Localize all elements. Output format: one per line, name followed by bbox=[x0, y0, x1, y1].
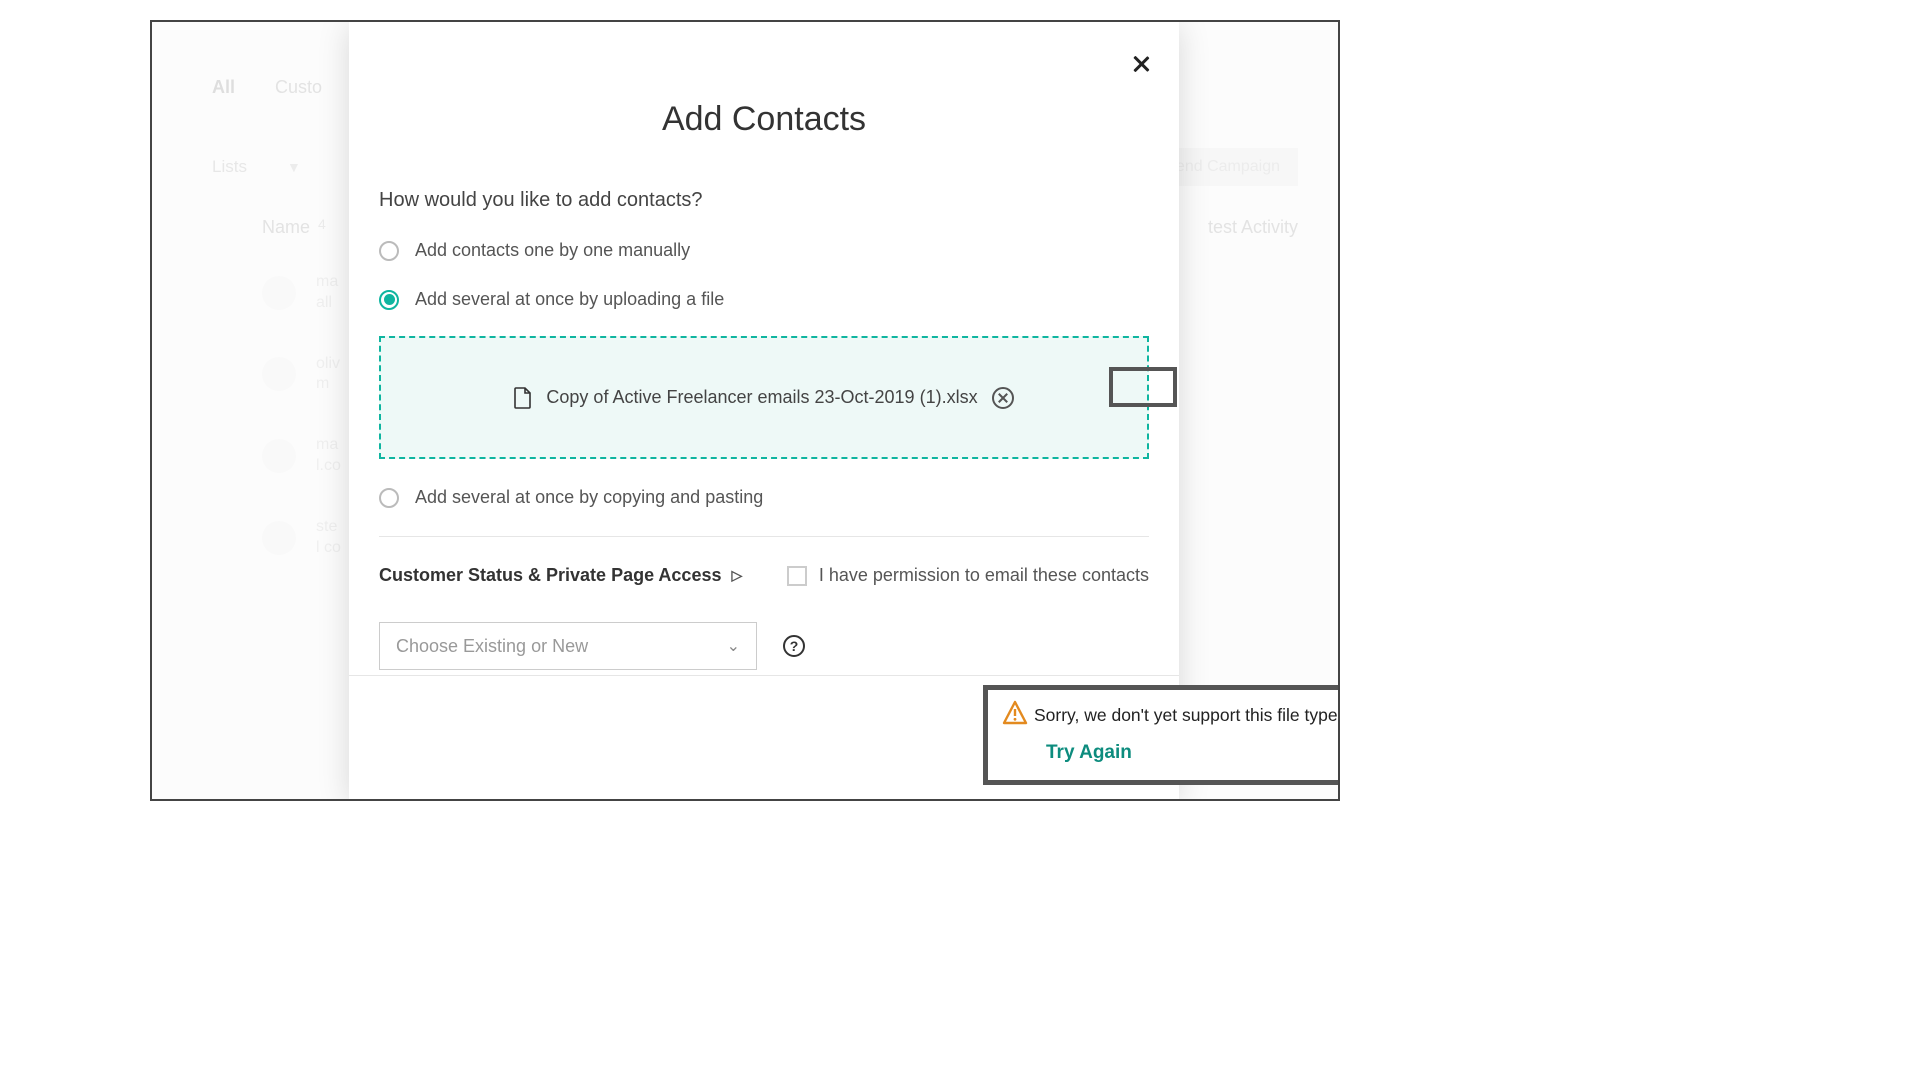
divider bbox=[379, 536, 1149, 537]
status-and-permission-row: Customer Status & Private Page Access ▷ … bbox=[379, 565, 1149, 586]
add-method-options: Add contacts one by one manually Add sev… bbox=[379, 240, 1149, 508]
warning-icon bbox=[1002, 700, 1028, 726]
radio-icon bbox=[379, 290, 399, 310]
uploaded-filename: Copy of Active Freelancer emails 23-Oct-… bbox=[546, 387, 977, 408]
option-label: Add several at once by copying and pasti… bbox=[415, 487, 763, 508]
upload-error-callout: Sorry, we don't yet support this file ty… bbox=[983, 685, 1340, 785]
radio-icon bbox=[379, 241, 399, 261]
close-icon[interactable] bbox=[1129, 52, 1153, 76]
select-placeholder: Choose Existing or New bbox=[396, 636, 588, 657]
triangle-right-icon: ▷ bbox=[731, 567, 742, 584]
file-icon bbox=[514, 387, 532, 409]
try-again-button[interactable]: Try Again bbox=[1046, 742, 1340, 764]
option-paste[interactable]: Add several at once by copying and pasti… bbox=[379, 487, 1149, 508]
help-icon[interactable]: ? bbox=[783, 635, 805, 657]
label-select[interactable]: Choose Existing or New ⌄ bbox=[379, 622, 757, 670]
checkbox-icon bbox=[787, 566, 807, 586]
option-manual[interactable]: Add contacts one by one manually bbox=[379, 240, 1149, 261]
customer-status-toggle[interactable]: Customer Status & Private Page Access ▷ bbox=[379, 565, 742, 586]
option-label: Add contacts one by one manually bbox=[415, 240, 690, 261]
option-label: Add several at once by uploading a file bbox=[415, 289, 724, 310]
option-upload[interactable]: Add several at once by uploading a file bbox=[379, 289, 1149, 310]
error-message: Sorry, we don't yet support this file ty… bbox=[1034, 705, 1338, 726]
permission-label: I have permission to email these contact… bbox=[819, 565, 1149, 586]
label-select-row: Choose Existing or New ⌄ ? bbox=[379, 622, 1149, 670]
app-frame: All Custo Lists ▼ end Campaign Name4 tes… bbox=[150, 20, 1340, 801]
radio-icon bbox=[379, 488, 399, 508]
file-dropzone[interactable]: Copy of Active Freelancer emails 23-Oct-… bbox=[379, 336, 1149, 459]
modal-title: Add Contacts bbox=[379, 100, 1149, 139]
remove-file-icon[interactable] bbox=[992, 387, 1014, 409]
add-contacts-modal: Add Contacts How would you like to add c… bbox=[349, 22, 1179, 799]
divider bbox=[349, 675, 1179, 676]
modal-subhead: How would you like to add contacts? bbox=[379, 189, 1149, 212]
permission-checkbox[interactable]: I have permission to email these contact… bbox=[787, 565, 1149, 586]
chevron-down-icon: ⌄ bbox=[727, 636, 740, 656]
